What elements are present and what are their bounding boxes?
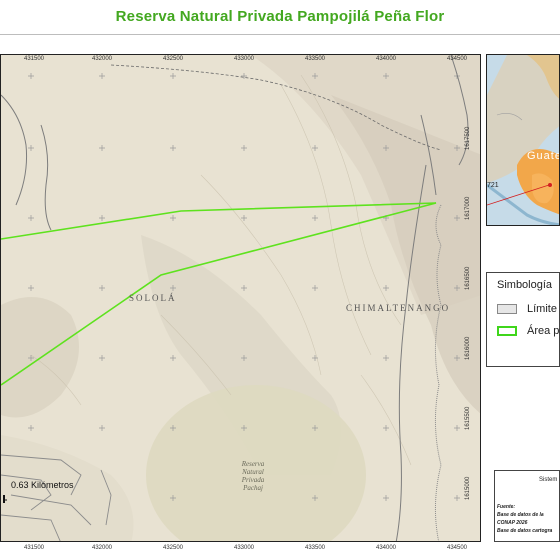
inset-route-number: 721 bbox=[487, 182, 499, 189]
info-line-3: CONAP 2026 bbox=[497, 520, 528, 526]
info-line-2: Base de datos de la bbox=[497, 512, 544, 518]
x-tick-bottom-4: 433000 bbox=[234, 545, 255, 551]
scale-label: 0.63 Kilómetros bbox=[11, 480, 74, 490]
reserve-pachaj-label: Reserva Natural Privada Pachaj bbox=[233, 460, 273, 492]
x-tick-top-7: 434500 bbox=[447, 56, 468, 62]
x-tick-bottom-2: 432000 bbox=[92, 545, 113, 551]
title-divider bbox=[0, 34, 560, 35]
x-tick-top-5: 433500 bbox=[305, 56, 326, 62]
x-tick-bottom-3: 432500 bbox=[163, 545, 184, 551]
x-tick-top-3: 432500 bbox=[163, 56, 184, 62]
reserve-line-2: Natural bbox=[242, 468, 264, 476]
info-title: Sistem bbox=[539, 477, 558, 483]
y-tick-6: 1615000 bbox=[465, 476, 471, 500]
map-title: Reserva Natural Privada Pampojilá Peña F… bbox=[115, 8, 445, 25]
legend-label-area: Área pr bbox=[527, 325, 560, 337]
y-tick-3: 1616500 bbox=[465, 266, 471, 290]
legend-swatch-limite bbox=[497, 304, 517, 314]
inset-map[interactable]: Guate 721 bbox=[486, 54, 560, 226]
y-tick-2: 1617000 bbox=[465, 196, 471, 220]
x-tick-bottom-5: 433500 bbox=[305, 545, 326, 551]
x-tick-bottom-7: 434500 bbox=[447, 545, 468, 551]
y-tick-5: 1615500 bbox=[465, 406, 471, 430]
reserve-line-1: Reserva bbox=[241, 460, 265, 468]
label-chimaltenango: CHIMALTENANGO bbox=[346, 303, 451, 313]
inset-country-label: Guate bbox=[527, 150, 560, 162]
reserve-line-4: Pachaj bbox=[243, 484, 263, 492]
info-line-4: Base de datos cartogra bbox=[497, 528, 553, 534]
y-tick-4: 1616000 bbox=[465, 336, 471, 360]
x-tick-top-2: 432000 bbox=[92, 56, 113, 62]
legend-label-limite: Límite bbox=[527, 303, 557, 315]
x-tick-top-1: 431500 bbox=[24, 56, 45, 62]
x-tick-bottom-1: 431500 bbox=[24, 545, 45, 551]
legend-swatch-area bbox=[497, 326, 517, 336]
legend-title: Simbología bbox=[497, 279, 553, 291]
reserve-line-3: Privada bbox=[241, 476, 265, 484]
inset-canvas bbox=[487, 55, 559, 225]
legend: Simbología Límite Área pr bbox=[486, 272, 560, 367]
source-info-box: Sistem Fuente: Base de datos de la CONAP… bbox=[494, 470, 560, 542]
y-tick-1: 1617500 bbox=[465, 126, 471, 150]
label-solola: SOLOLÁ bbox=[129, 293, 177, 303]
x-tick-bottom-6: 434000 bbox=[376, 545, 397, 551]
x-tick-top-6: 434000 bbox=[376, 56, 397, 62]
info-line-1: Fuente: bbox=[497, 504, 516, 510]
x-tick-top-4: 433000 bbox=[234, 56, 255, 62]
main-map[interactable]: SOLOLÁ CHIMALTENANGO Reserva Natural Pri… bbox=[0, 54, 481, 542]
